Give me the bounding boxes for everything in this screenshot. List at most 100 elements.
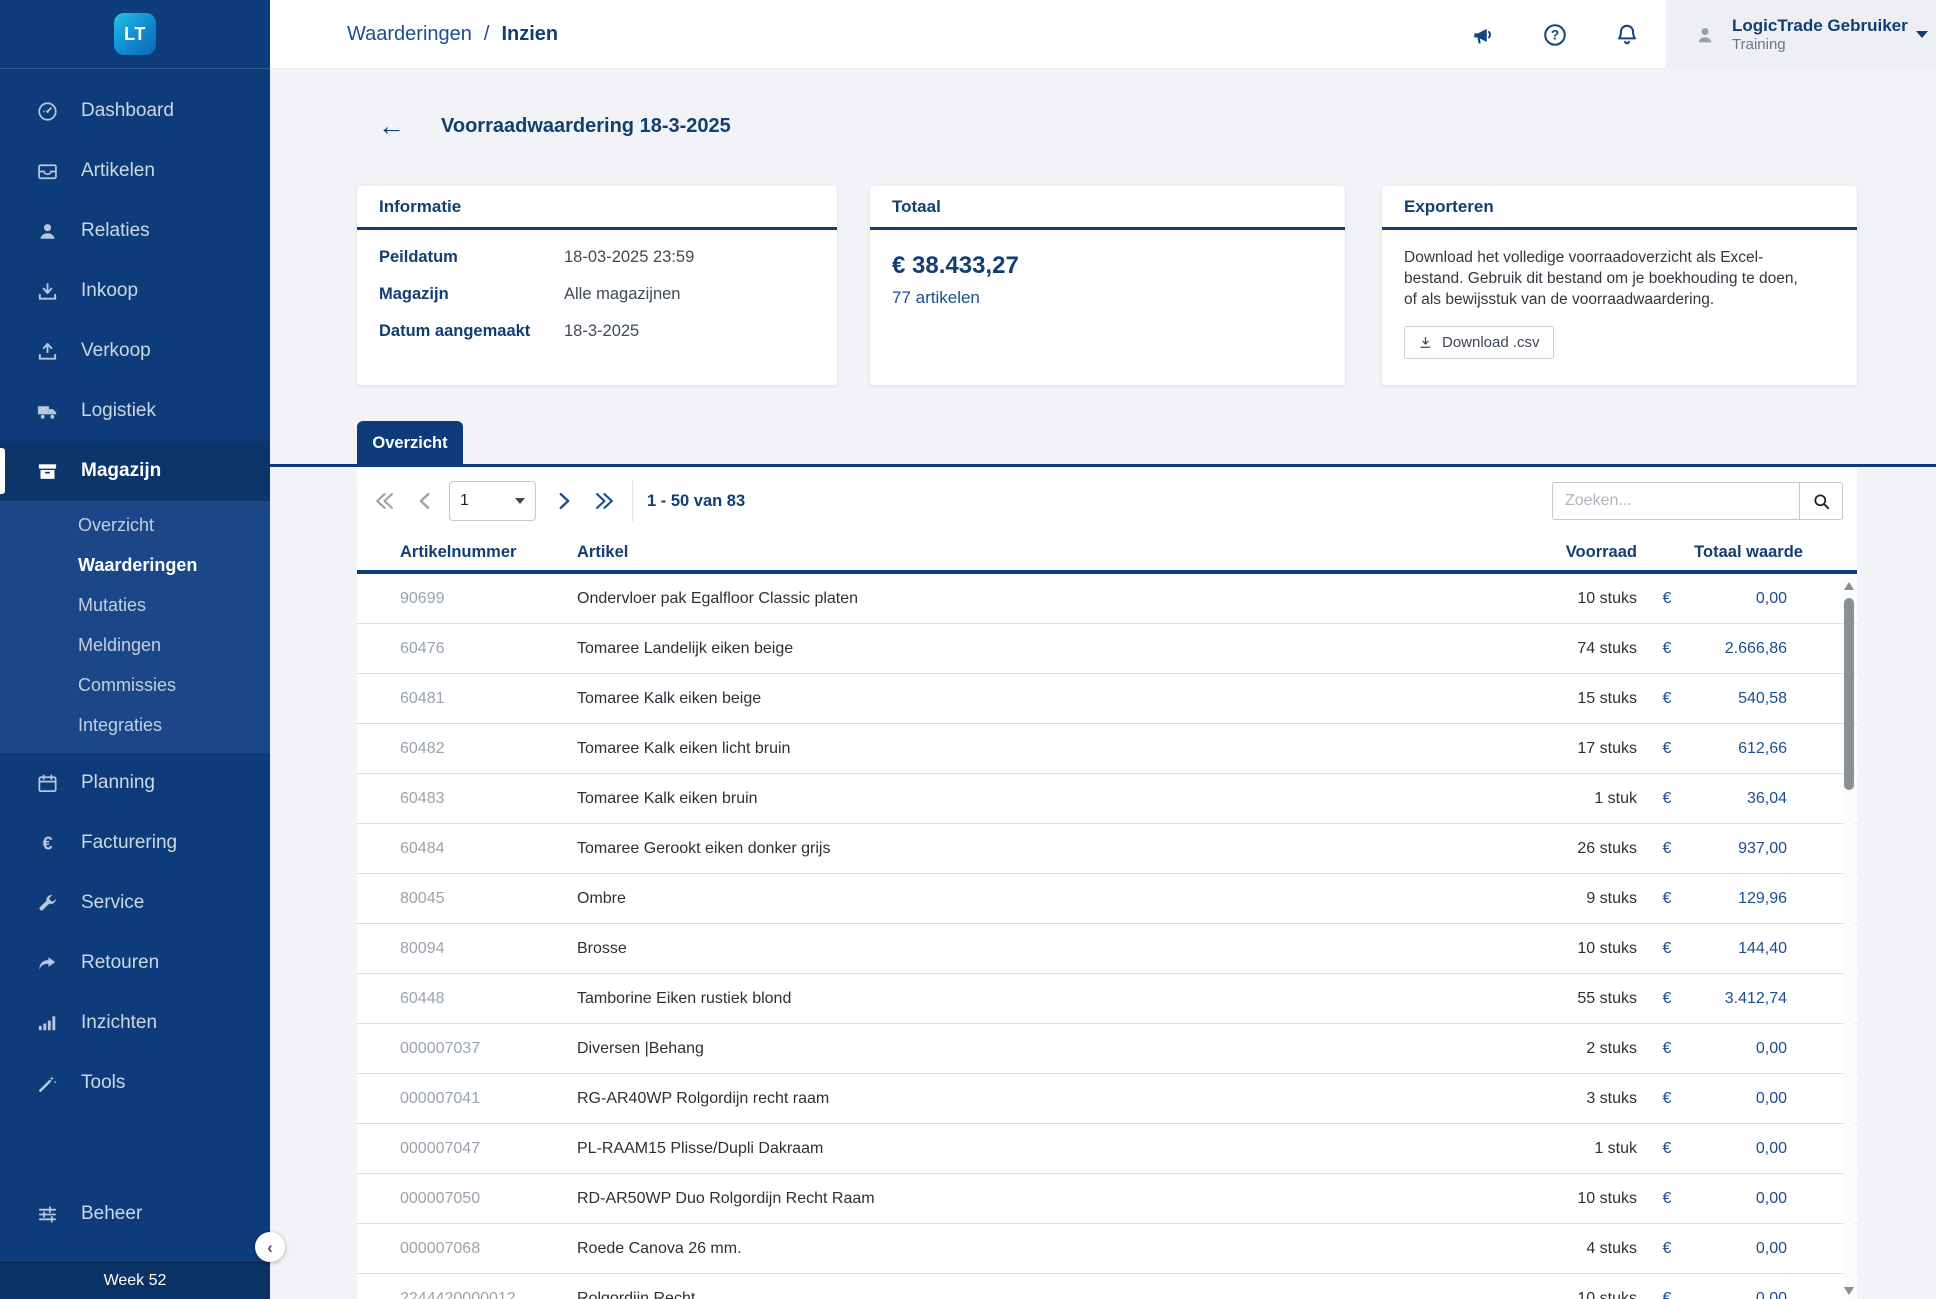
sidebar-item-label: Magazijn: [81, 460, 161, 482]
info-value: 18-03-2025 23:59: [564, 248, 815, 267]
sidebar-collapse-button[interactable]: ‹: [255, 1232, 285, 1262]
chevron-down-icon: [515, 498, 525, 504]
back-arrow-icon[interactable]: ←: [378, 113, 405, 140]
sidebar-item-label: Retouren: [81, 952, 159, 974]
submenu-item[interactable]: Overzicht: [0, 505, 270, 545]
sidebar-item[interactable]: Planning: [0, 753, 270, 813]
sidebar-item[interactable]: Service: [0, 873, 270, 933]
sidebar-item[interactable]: Inkoop: [0, 261, 270, 321]
waarde-cell: 0,00: [1697, 590, 1787, 608]
title-row: ← Voorraadwaardering 18-3-2025: [378, 113, 731, 140]
page-select[interactable]: 1: [449, 481, 536, 521]
page-select-value: 1: [460, 492, 469, 510]
first-page-button[interactable]: [371, 487, 399, 515]
sidebar-item[interactable]: Tools: [0, 1053, 270, 1113]
total-articles: 77 artikelen: [892, 288, 1323, 308]
table-row[interactable]: 60484 Tomaree Gerookt eiken donker grijs…: [357, 824, 1857, 874]
column-header-totaal-waarde[interactable]: Totaal waarde: [1637, 543, 1803, 562]
sidebar-item-label: Inzichten: [81, 1012, 157, 1034]
bar-chart-icon: [36, 1012, 59, 1035]
artikel-cell: RG-AR40WP Rolgordijn recht raam: [577, 1090, 1507, 1108]
topbar: Waarderingen / Inzien LogicTrade Gebruik…: [270, 0, 1936, 69]
table-row[interactable]: 000007037 Diversen |Behang 2 stuks € 0,0…: [357, 1024, 1857, 1074]
bell-icon[interactable]: [1614, 22, 1640, 48]
column-header-artikelnummer[interactable]: Artikelnummer: [400, 543, 577, 562]
currency-cell: €: [1637, 940, 1697, 958]
table-scrollbar[interactable]: [1843, 578, 1855, 1299]
breadcrumb-parent[interactable]: Waarderingen: [347, 23, 472, 46]
table-row[interactable]: 60481 Tomaree Kalk eiken beige 15 stuks …: [357, 674, 1857, 724]
artikel-cell: Ombre: [577, 890, 1507, 908]
sidebar-nav: Dashboard Artikelen Relaties Inkoop: [0, 69, 270, 1262]
artikelnummer-cell: 60482: [400, 740, 577, 758]
waarde-cell: 144,40: [1697, 940, 1787, 958]
table-row[interactable]: 80094 Brosse 10 stuks € 144,40: [357, 924, 1857, 974]
table-row[interactable]: 60482 Tomaree Kalk eiken licht bruin 17 …: [357, 724, 1857, 774]
sidebar-item[interactable]: Dashboard: [0, 81, 270, 141]
next-page-button[interactable]: [550, 487, 578, 515]
previous-page-button[interactable]: [411, 487, 439, 515]
help-icon[interactable]: [1542, 22, 1568, 48]
voorraad-cell: 10 stuks: [1507, 1190, 1637, 1208]
megaphone-icon[interactable]: [1470, 22, 1496, 48]
table-row[interactable]: 80045 Ombre 9 stuks € 129,96: [357, 874, 1857, 924]
dashboard-gauge-icon: [36, 100, 59, 123]
currency-cell: €: [1637, 1190, 1697, 1208]
submenu-item[interactable]: Mutaties: [0, 585, 270, 625]
breadcrumb: Waarderingen / Inzien: [347, 0, 558, 69]
sidebar-item[interactable]: Artikelen: [0, 141, 270, 201]
sidebar-item[interactable]: Retouren: [0, 933, 270, 993]
page-title: Voorraadwaardering 18-3-2025: [441, 115, 731, 138]
table-row[interactable]: 60476 Tomaree Landelijk eiken beige 74 s…: [357, 624, 1857, 674]
waarde-cell: 937,00: [1697, 840, 1787, 858]
table-row[interactable]: 60483 Tomaree Kalk eiken bruin 1 stuk € …: [357, 774, 1857, 824]
info-label: Magazijn: [379, 285, 564, 304]
table-row[interactable]: 000007041 RG-AR40WP Rolgordijn recht raa…: [357, 1074, 1857, 1124]
artikel-cell: RD-AR50WP Duo Rolgordijn Recht Raam: [577, 1190, 1507, 1208]
table-row[interactable]: 000007050 RD-AR50WP Duo Rolgordijn Recht…: [357, 1174, 1857, 1224]
currency-cell: €: [1637, 1040, 1697, 1058]
submenu-item-label: Mutaties: [78, 595, 146, 616]
search-button[interactable]: [1799, 482, 1843, 520]
submenu-item-label: Integraties: [78, 715, 162, 736]
column-header-artikel[interactable]: Artikel: [577, 543, 1507, 562]
search-input[interactable]: [1552, 482, 1799, 520]
sidebar-item[interactable]: Inzichten: [0, 993, 270, 1053]
table-row[interactable]: 60448 Tamborine Eiken rustiek blond 55 s…: [357, 974, 1857, 1024]
last-page-button[interactable]: [590, 487, 618, 515]
sidebar-item[interactable]: Logistiek: [0, 381, 270, 441]
download-csv-button[interactable]: Download .csv: [1404, 326, 1554, 359]
submenu-item-label: Commissies: [78, 675, 176, 696]
double-chevron-right-icon: [593, 490, 615, 512]
submenu-item[interactable]: Integraties: [0, 705, 270, 745]
column-header-voorraad[interactable]: Voorraad: [1507, 543, 1637, 562]
sidebar-spacer: [0, 1113, 270, 1184]
person-icon: [36, 220, 59, 243]
artikel-cell: Tomaree Kalk eiken bruin: [577, 790, 1507, 808]
currency-cell: €: [1637, 1290, 1697, 1299]
sidebar-item-beheer[interactable]: Beheer: [0, 1184, 270, 1244]
sidebar-item-magazijn[interactable]: Magazijn: [0, 441, 270, 501]
total-amount: € 38.433,27: [892, 252, 1323, 280]
table-row[interactable]: 90699 Ondervloer pak Egalfloor Classic p…: [357, 574, 1857, 624]
sidebar-item[interactable]: Relaties: [0, 201, 270, 261]
scrollbar-thumb[interactable]: [1844, 598, 1854, 790]
submenu-item[interactable]: Meldingen: [0, 625, 270, 665]
table-row[interactable]: 2244420000012 Rolgordijn Recht 10 stuks …: [357, 1274, 1857, 1299]
artikelnummer-cell: 60448: [400, 990, 577, 1008]
table-row[interactable]: 000007047 PL-RAAM15 Plisse/Dupli Dakraam…: [357, 1124, 1857, 1174]
submenu-item[interactable]: Waarderingen: [0, 545, 270, 585]
tab-overzicht[interactable]: Overzicht: [357, 421, 463, 465]
sidebar-item[interactable]: Facturering: [0, 813, 270, 873]
artikelnummer-cell: 2244420000012: [400, 1290, 577, 1299]
table-row[interactable]: 000007068 Roede Canova 26 mm. 4 stuks € …: [357, 1224, 1857, 1274]
logictrade-logo[interactable]: LT: [114, 13, 156, 55]
sidebar-item-label: Inkoop: [81, 280, 138, 302]
scroll-down-icon[interactable]: [1844, 1287, 1854, 1295]
sidebar-item[interactable]: Verkoop: [0, 321, 270, 381]
user-menu[interactable]: LogicTrade Gebruiker Training: [1666, 0, 1936, 69]
submenu-item[interactable]: Commissies: [0, 665, 270, 705]
scroll-up-icon[interactable]: [1844, 582, 1854, 590]
voorraad-cell: 4 stuks: [1507, 1240, 1637, 1258]
artikel-cell: Tomaree Kalk eiken licht bruin: [577, 740, 1507, 758]
